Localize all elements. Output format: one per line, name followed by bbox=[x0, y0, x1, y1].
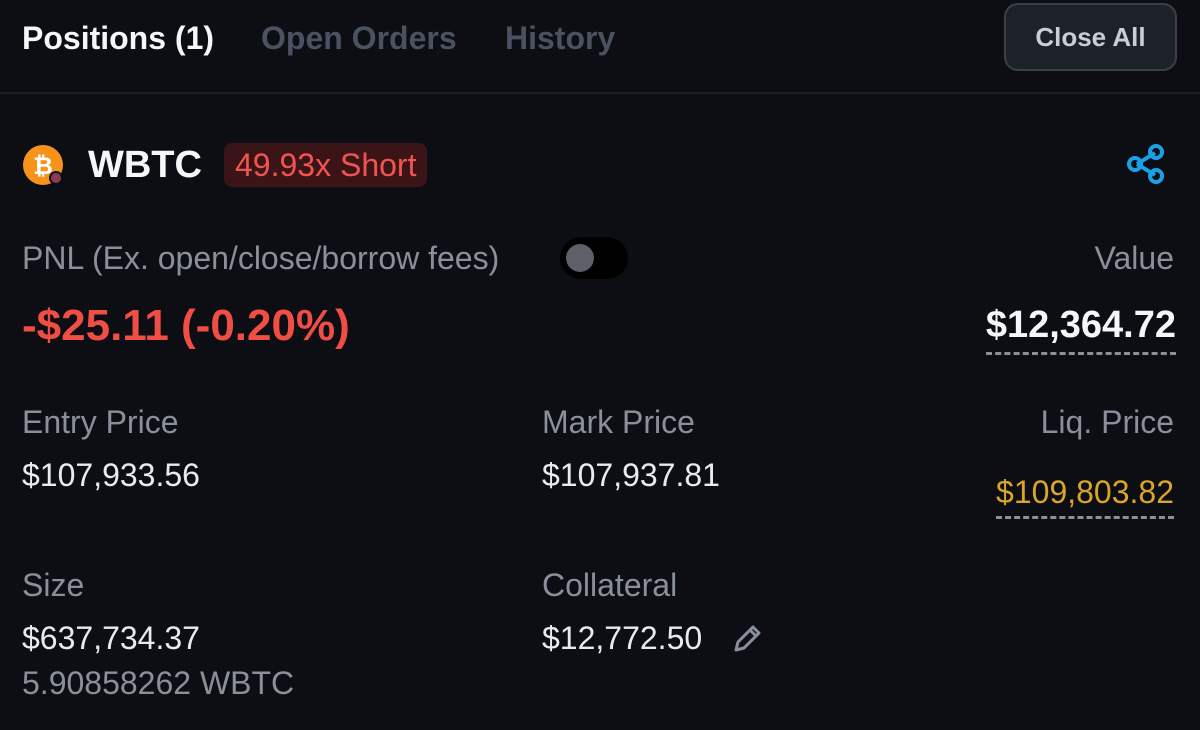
liq-price-value[interactable]: $109,803.82 bbox=[996, 472, 1174, 519]
mark-price-label: Mark Price bbox=[542, 404, 695, 440]
entry-price-value: $107,933.56 bbox=[22, 457, 200, 493]
close-all-button[interactable]: Close All bbox=[1004, 3, 1177, 71]
mark-price-value: $107,937.81 bbox=[542, 457, 720, 493]
pnl-label: PNL (Ex. open/close/borrow fees) bbox=[22, 240, 500, 276]
size-token-value: 5.90858262 WBTC bbox=[22, 665, 295, 701]
share-icon[interactable] bbox=[1124, 142, 1168, 186]
size-label: Size bbox=[22, 567, 85, 603]
position-ticker: WBTC bbox=[88, 144, 202, 186]
position-value[interactable]: $12,364.72 bbox=[985, 302, 1176, 355]
tab-history[interactable]: History bbox=[505, 16, 615, 60]
pnl-value: -$25.11 (-0.20%) bbox=[22, 301, 350, 350]
tab-bar: Positions (1) Open Orders History Close … bbox=[0, 0, 1200, 94]
bitcoin-icon: ₿ bbox=[23, 145, 63, 185]
size-usd-value: $637,734.37 bbox=[22, 620, 200, 656]
entry-price-label: Entry Price bbox=[22, 404, 179, 440]
pencil-icon[interactable] bbox=[730, 622, 764, 656]
value-label: Value bbox=[1094, 240, 1174, 276]
collateral-label: Collateral bbox=[542, 567, 678, 603]
positions-panel: Positions (1) Open Orders History Close … bbox=[0, 0, 1200, 730]
leverage-side-badge: 49.93x Short bbox=[224, 143, 428, 187]
tab-open-orders[interactable]: Open Orders bbox=[261, 16, 457, 60]
pnl-fees-toggle[interactable] bbox=[560, 237, 628, 279]
liq-price-label: Liq. Price bbox=[1040, 404, 1174, 440]
toggle-knob bbox=[566, 244, 594, 272]
tab-positions[interactable]: Positions (1) bbox=[22, 16, 214, 60]
collateral-value: $12,772.50 bbox=[542, 620, 703, 656]
